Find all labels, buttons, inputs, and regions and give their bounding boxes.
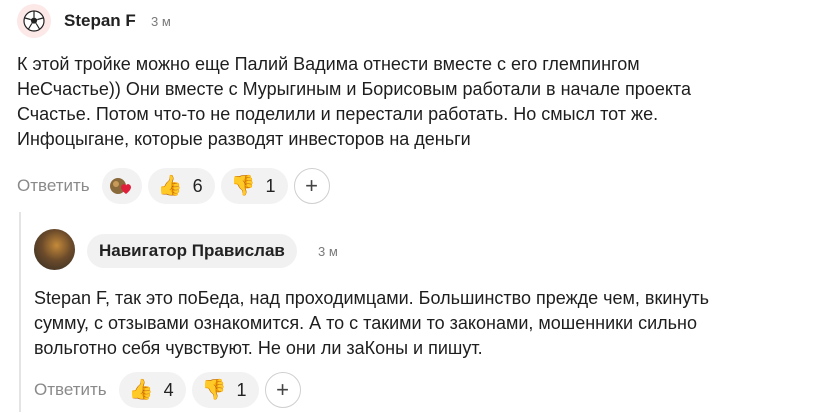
reply-button[interactable]: Ответить xyxy=(34,380,107,400)
add-reaction-button[interactable]: + xyxy=(293,168,330,204)
thumbs-up-icon: 👍 xyxy=(157,175,183,197)
reaction-thumbs-up-button[interactable]: 👍 6 xyxy=(147,168,215,204)
comment-author[interactable]: Навигатор Правислав xyxy=(87,234,297,268)
plus-icon: + xyxy=(305,173,318,198)
reaction-count: 1 xyxy=(236,379,247,400)
thumbs-up-icon: 👍 xyxy=(128,379,154,401)
reply-button[interactable]: Ответить xyxy=(17,176,90,196)
reaction-count: 4 xyxy=(163,379,174,400)
comment-text: К этой тройке можно еще Палий Вадима отн… xyxy=(17,54,691,149)
soccer-ball-icon xyxy=(23,10,45,32)
comment-time: 3 м xyxy=(318,244,338,259)
comment-text: Stepan F, так это поБеда, над проходимца… xyxy=(34,288,709,358)
reaction-thumbs-down-button[interactable]: 👎 1 xyxy=(220,168,288,204)
heart-reaction-icon xyxy=(109,178,131,194)
reaction-thumbs-down-button[interactable]: 👎 1 xyxy=(191,372,259,408)
comment-actions: Ответить 👍 6 👎 1 + xyxy=(17,168,330,204)
avatar[interactable] xyxy=(17,4,51,38)
comment-time: 3 м xyxy=(151,14,171,29)
comment-author[interactable]: Stepan F xyxy=(64,11,136,31)
thread-line xyxy=(19,212,21,412)
comment-author-name: Навигатор Правислав xyxy=(99,241,285,260)
plus-icon: + xyxy=(276,377,289,402)
reaction-count: 1 xyxy=(265,175,276,196)
thumbs-down-icon: 👎 xyxy=(230,175,256,197)
avatar[interactable] xyxy=(34,229,75,270)
add-reaction-button[interactable]: + xyxy=(264,372,301,408)
comment-actions: Ответить 👍 4 👎 1 + xyxy=(34,372,301,408)
reaction-count: 6 xyxy=(192,175,203,196)
thumbs-down-icon: 👎 xyxy=(201,379,227,401)
reaction-heart-button[interactable] xyxy=(101,168,142,204)
reaction-thumbs-up-button[interactable]: 👍 4 xyxy=(118,372,186,408)
